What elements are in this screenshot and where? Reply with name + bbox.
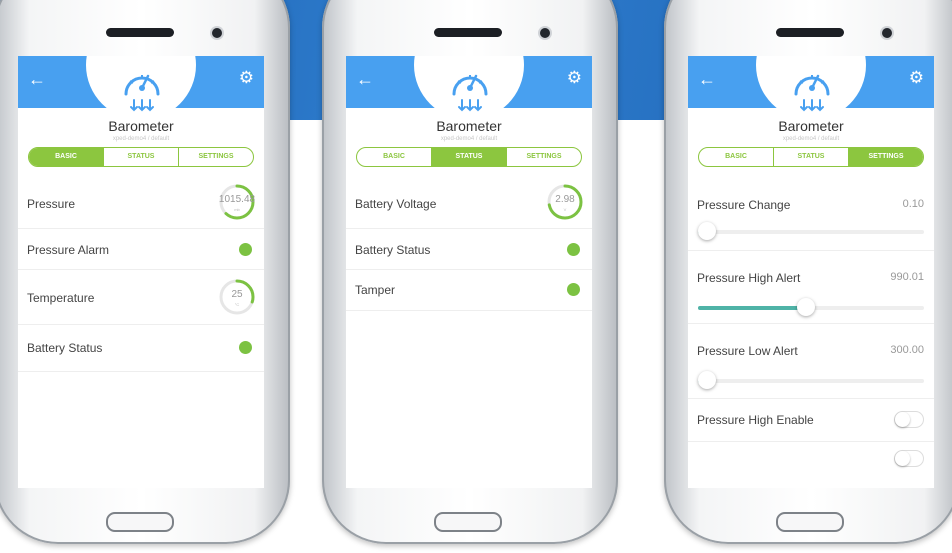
gauge-value: 25 (231, 289, 243, 300)
back-arrow-icon[interactable]: ← (698, 70, 716, 88)
app-screen: ← ⚙ Barometer xped-demo4 / default BASIC… (18, 56, 264, 488)
home-button[interactable] (106, 512, 174, 532)
list-item: Pressure Low Alert 300.00 (688, 324, 934, 399)
pressure-high-enable-toggle[interactable] (894, 411, 924, 428)
toggle-partial[interactable] (894, 450, 924, 467)
list-item: Pressure High Alert 990.01 (688, 251, 934, 324)
row-label: Pressure (27, 197, 76, 211)
tab-status[interactable]: STATUS (773, 148, 848, 166)
tab-basic[interactable]: BASIC (357, 148, 431, 166)
list-item: Pressure Change 0.10 (688, 178, 934, 251)
phone-settings: ← ⚙ Barometer xped-demo4 / default BASIC… (664, 0, 952, 544)
app-screen: ← ⚙ Barometer xped-demo4 / default BASIC… (346, 56, 592, 488)
list-item: Pressure Alarm (18, 229, 264, 270)
tab-bar: BASIC STATUS SETTINGS (698, 147, 924, 167)
gauge-unit: mb (234, 207, 240, 212)
row-label: Pressure Change (697, 198, 791, 212)
gear-icon[interactable]: ⚙ (909, 69, 924, 87)
tab-bar: BASIC STATUS SETTINGS (28, 147, 254, 167)
gear-icon[interactable]: ⚙ (567, 69, 582, 87)
tab-status[interactable]: STATUS (103, 148, 178, 166)
row-label: Battery Status (355, 243, 431, 257)
gauge-value: 2.98 (555, 194, 575, 205)
tab-basic[interactable]: BASIC (29, 148, 103, 166)
pressure-low-alert-slider[interactable] (698, 371, 924, 389)
row-label: Pressure High Alert (697, 271, 801, 285)
pressure-gauge: 1015.48 mb (218, 183, 256, 221)
back-arrow-icon[interactable]: ← (356, 70, 374, 88)
tab-basic[interactable]: BASIC (699, 148, 773, 166)
pressure-high-alert-slider[interactable] (698, 298, 924, 316)
phone-status: ← ⚙ Barometer xped-demo4 / default BASIC… (322, 0, 618, 544)
slider-knob[interactable] (797, 298, 816, 316)
list-item: Temperature 25 °C (18, 270, 264, 325)
home-button[interactable] (776, 512, 844, 532)
status-indicator (239, 341, 252, 354)
list-item (688, 442, 934, 482)
list-item: Tamper (346, 270, 592, 311)
home-button[interactable] (434, 512, 502, 532)
row-label: Temperature (27, 291, 95, 305)
status-indicator (567, 243, 580, 256)
tab-bar: BASIC STATUS SETTINGS (356, 147, 582, 167)
device-title: Barometer (778, 118, 844, 134)
list-item: Pressure High Enable (688, 399, 934, 442)
toggle-knob (895, 412, 910, 427)
phone-basic: ← ⚙ Barometer xped-demo4 / default BASIC… (0, 0, 290, 544)
row-label: Battery Status (27, 341, 103, 355)
device-title: Barometer (436, 118, 502, 134)
gauge-value: 1015.48 (218, 194, 256, 205)
slider-fill (698, 306, 807, 310)
gear-icon[interactable]: ⚙ (239, 69, 254, 87)
slider-knob[interactable] (698, 222, 716, 240)
list-item: Battery Status (346, 229, 592, 270)
barometer-gauge-icon (452, 74, 488, 112)
list-item: Battery Voltage 2.98 V (346, 178, 592, 229)
row-label: Battery Voltage (355, 197, 437, 211)
tab-settings[interactable]: SETTINGS (178, 148, 253, 166)
slider-knob[interactable] (698, 371, 716, 389)
row-label: Tamper (355, 283, 396, 297)
row-label: Pressure High Enable (697, 413, 814, 427)
tab-settings[interactable]: SETTINGS (506, 148, 581, 166)
status-indicator (567, 283, 580, 296)
setting-value: 300.00 (890, 344, 924, 356)
speaker-grille (434, 28, 502, 37)
speaker-grille (106, 28, 174, 37)
tab-settings[interactable]: SETTINGS (848, 148, 923, 166)
device-subtitle: xped-demo4 / default (782, 136, 840, 142)
row-label: Pressure Low Alert (697, 344, 798, 358)
voltage-gauge: 2.98 V (546, 183, 584, 221)
front-camera (212, 28, 222, 38)
device-title: Barometer (108, 118, 174, 134)
status-indicator (239, 243, 252, 256)
list-item: Pressure 1015.48 mb (18, 178, 264, 229)
setting-value: 990.01 (890, 271, 924, 283)
row-label: Pressure Alarm (27, 243, 110, 257)
app-screen: ← ⚙ Barometer xped-demo4 / default BASIC… (688, 56, 934, 488)
tab-status[interactable]: STATUS (431, 148, 506, 166)
toggle-knob (895, 451, 910, 466)
setting-value: 0.10 (902, 198, 924, 210)
front-camera (882, 28, 892, 38)
barometer-gauge-icon (794, 74, 830, 112)
speaker-grille (776, 28, 844, 37)
gauge-unit: V (563, 207, 567, 212)
gauge-unit: °C (234, 302, 240, 307)
back-arrow-icon[interactable]: ← (28, 70, 46, 88)
device-subtitle: xped-demo4 / default (440, 136, 498, 142)
pressure-change-slider[interactable] (698, 222, 924, 240)
front-camera (540, 28, 550, 38)
barometer-gauge-icon (124, 74, 160, 112)
temperature-gauge: 25 °C (218, 278, 256, 316)
device-subtitle: xped-demo4 / default (112, 136, 170, 142)
list-item: Battery Status (18, 325, 264, 372)
